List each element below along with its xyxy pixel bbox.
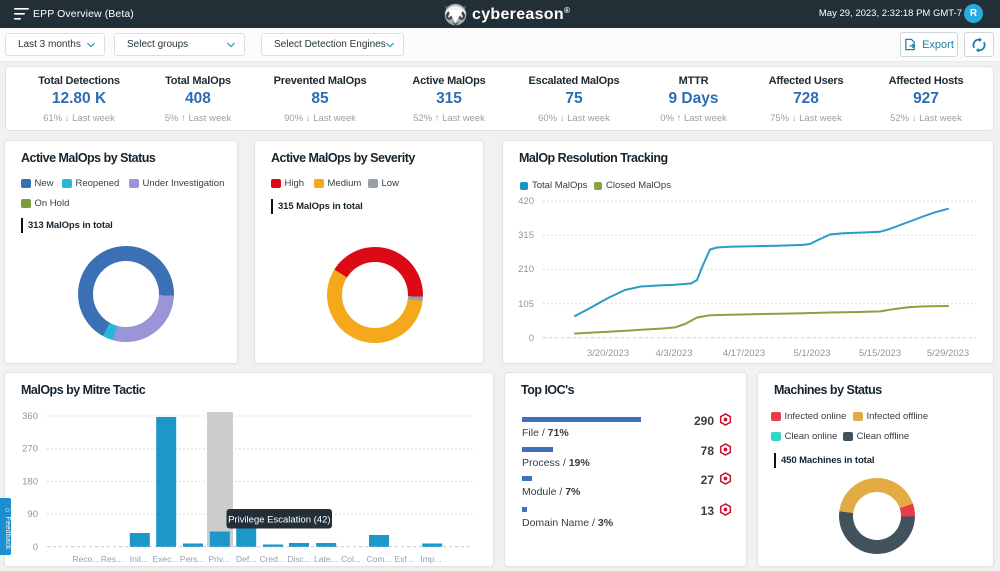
svg-text:Res...: Res... [101,554,123,564]
svg-text:105: 105 [518,299,534,310]
svg-text:5/15/2023: 5/15/2023 [859,348,901,359]
svg-text:Late...: Late... [314,554,338,564]
svg-text:Pers...: Pers... [180,554,205,564]
svg-text:Disc...: Disc... [287,554,311,564]
svg-text:90: 90 [27,509,38,520]
svg-text:315: 315 [518,230,534,241]
svg-text:Priv...: Priv... [208,554,229,564]
svg-text:Def...: Def... [236,554,256,564]
svg-text:Reco...: Reco... [73,554,100,564]
svg-text:3/20/2023: 3/20/2023 [587,348,629,359]
svg-text:5/29/2023: 5/29/2023 [927,348,969,359]
svg-text:Cred...: Cred... [259,554,285,564]
svg-text:4/3/2023: 4/3/2023 [656,348,693,359]
svg-text:0: 0 [33,542,38,553]
svg-text:5/1/2023: 5/1/2023 [794,348,831,359]
svg-text:210: 210 [518,264,534,275]
svg-text:4/17/2023: 4/17/2023 [723,348,765,359]
svg-text:Imp...: Imp... [420,554,441,564]
svg-text:Col...: Col... [341,554,361,564]
svg-text:Privilege Escalation (42): Privilege Escalation (42) [228,514,330,525]
svg-text:Init...: Init... [130,554,148,564]
svg-text:270: 270 [22,444,38,455]
svg-text:0: 0 [529,333,534,344]
svg-text:Exf...: Exf... [395,554,414,564]
svg-text:Exec...: Exec... [153,554,179,564]
svg-text:Com...: Com... [366,554,391,564]
svg-text:420: 420 [518,196,534,207]
svg-text:360: 360 [22,411,38,422]
svg-text:180: 180 [22,476,38,487]
